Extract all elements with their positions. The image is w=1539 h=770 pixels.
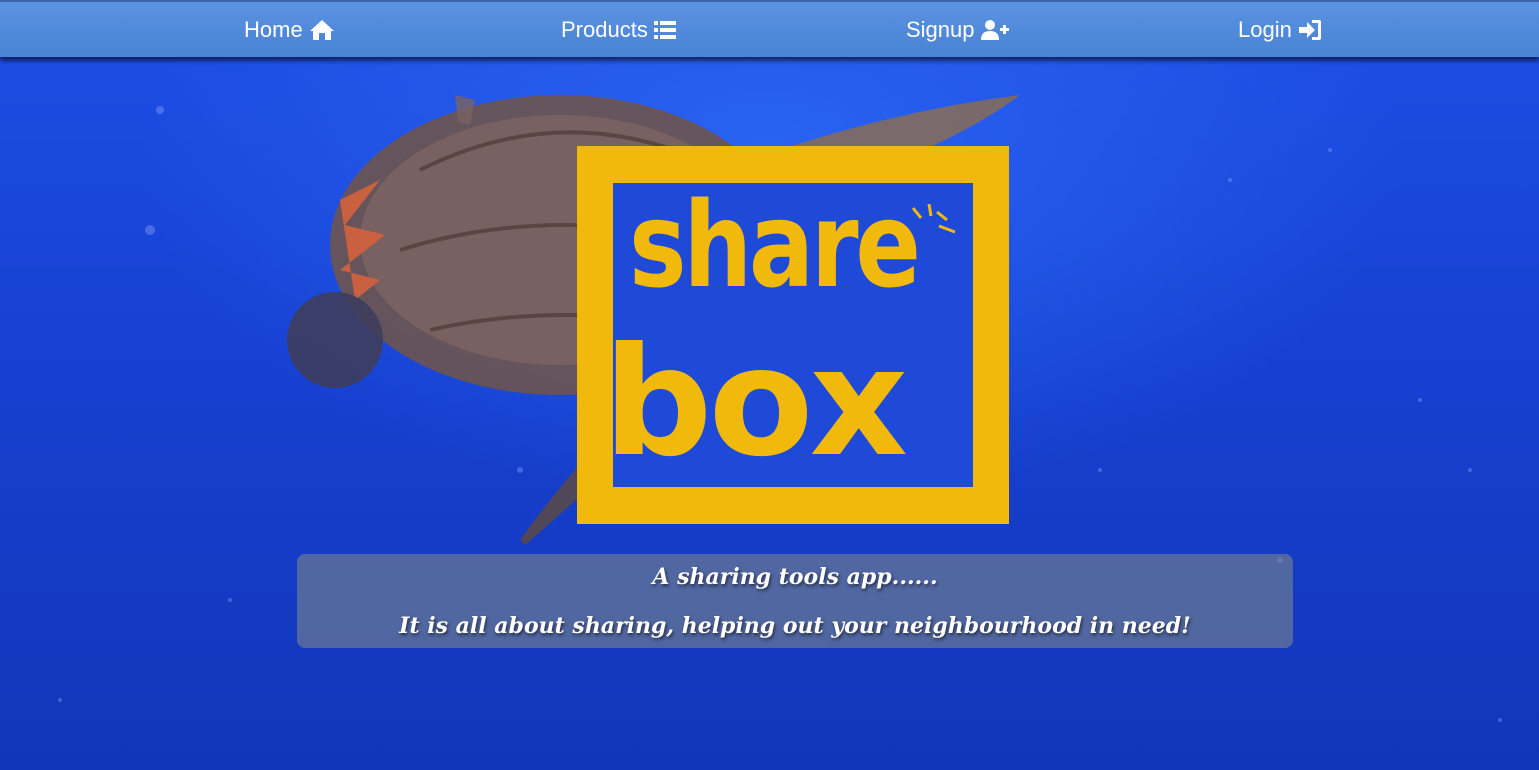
tagline-heading: A sharing tools app...... [652,564,938,590]
nav-products-label: Products [561,16,648,42]
nav-login-label: Login [1238,16,1292,42]
logo-text-box: box [603,316,908,490]
top-navbar: Home Products Signup Login [0,0,1539,57]
nav-home-label: Home [244,16,303,42]
nav-signup-link[interactable]: Signup [906,2,1009,57]
user-plus-icon [980,19,1009,40]
sharebox-logo: share box [577,146,1009,524]
nav-products-link[interactable]: Products [561,2,676,57]
home-icon [309,19,334,40]
list-icon [653,20,676,39]
nav-home-link[interactable]: Home [244,2,335,57]
sparkle-icon [911,204,956,234]
tagline-subtext: It is all about sharing, helping out you… [399,613,1191,639]
sign-in-icon [1298,19,1321,40]
tagline-panel: A sharing tools app...... It is all abou… [297,554,1293,648]
logo-text-share: share [629,176,921,314]
nav-login-link[interactable]: Login [1238,2,1322,57]
nav-signup-label: Signup [906,16,975,42]
